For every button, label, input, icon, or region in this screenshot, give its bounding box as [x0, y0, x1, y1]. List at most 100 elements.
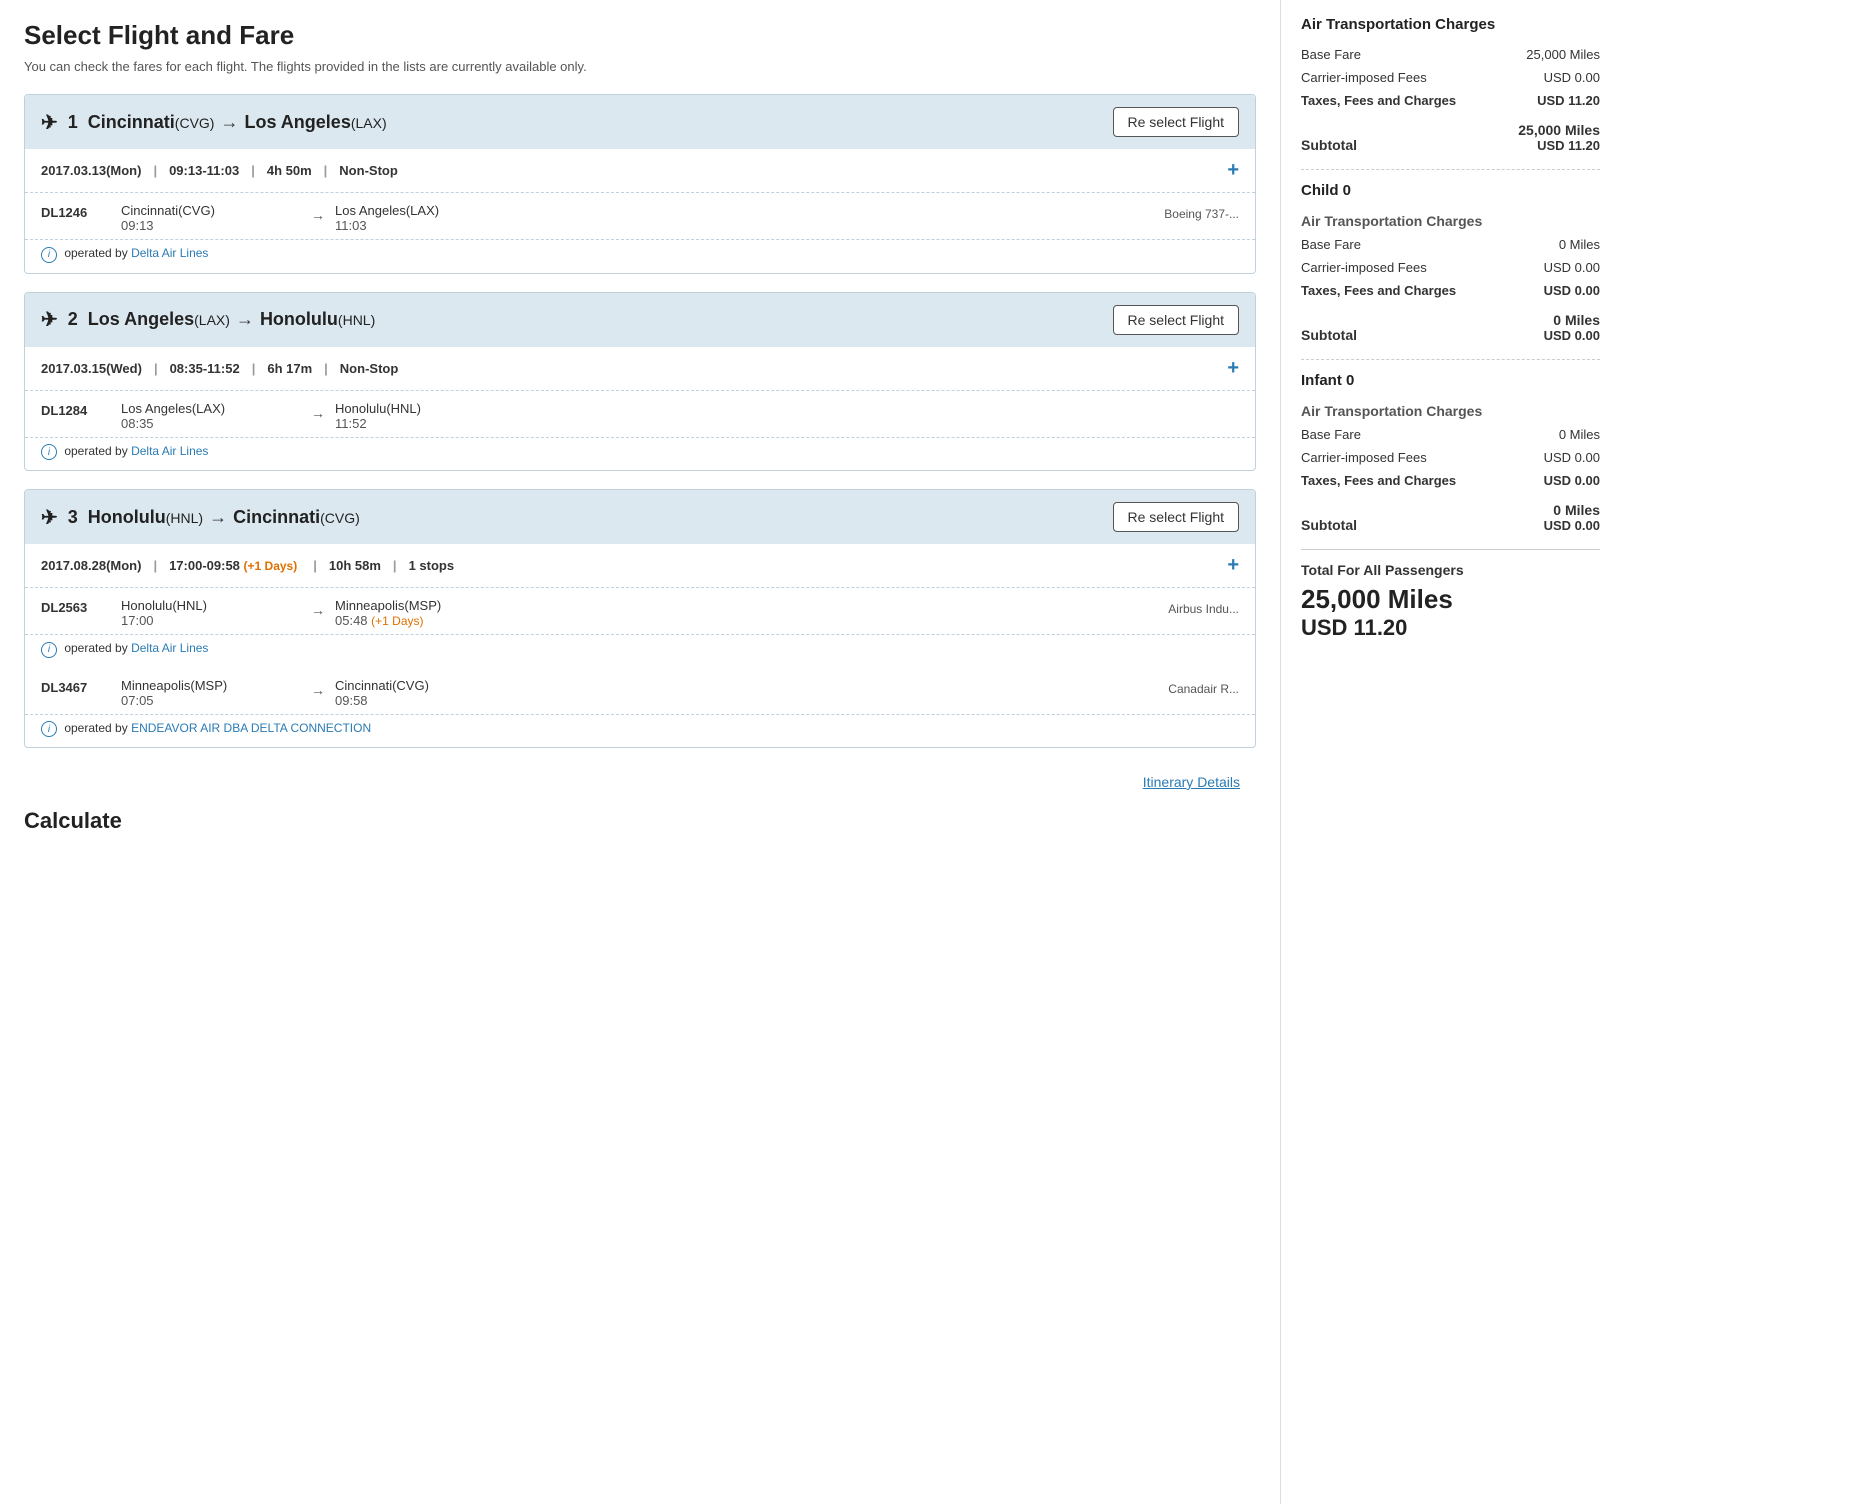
infant-taxes-fees-value: USD 0.00	[1500, 473, 1600, 488]
flight-summary-row-2: 2017.03.15(Wed) | 08:35-11:52 | 6h 17m |…	[25, 347, 1255, 391]
page-subtitle: You can check the fares for each flight.…	[24, 59, 1256, 74]
segment-arrow-icon: →	[311, 207, 325, 223]
total-for-all-label: Total For All Passengers	[1301, 562, 1600, 578]
taxes-fees-label: Taxes, Fees and Charges	[1301, 93, 1500, 108]
operator-link[interactable]: ENDEAVOR AIR DBA DELTA CONNECTION	[131, 721, 371, 735]
base-fare-label: Base Fare	[1301, 47, 1500, 62]
child-carrier-fees-value: USD 0.00	[1500, 260, 1600, 275]
segment-flight-num: DL2563	[41, 600, 121, 615]
flight-card-header-1: ✈1Cincinnati(CVG) → Los Angeles(LAX)Re s…	[25, 95, 1255, 149]
child-subtotal-row: Subtotal 0 Miles USD 0.00	[1301, 306, 1600, 343]
child-air-transportation-title: Air Transportation Charges	[1301, 213, 1600, 229]
child-base-fare-label: Base Fare	[1301, 237, 1500, 252]
flight-date: 2017.03.15(Wed)	[41, 361, 142, 376]
flight-number-3: 3	[68, 507, 78, 528]
arrow-icon: →	[209, 507, 227, 528]
taxes-fees-value: USD 11.20	[1500, 93, 1600, 108]
reselect-flight-1-button[interactable]: Re select Flight	[1113, 107, 1239, 137]
adult-subtotal-row: Subtotal 25,000 Miles USD 11.20	[1301, 116, 1600, 153]
child-taxes-fees-row: Taxes, Fees and Charges USD 0.00	[1301, 283, 1600, 298]
flight-destination: Los Angeles(LAX)	[244, 112, 386, 133]
infant-base-fare-row: Base Fare 0 Miles	[1301, 427, 1600, 442]
flight-segment-3-1: DL2563 Honolulu(HNL) 17:00 → Minneapolis…	[25, 588, 1255, 635]
operator-link[interactable]: Delta Air Lines	[131, 641, 208, 655]
page-title: Select Flight and Fare	[24, 20, 1256, 51]
infant-section-title: Infant 0	[1301, 372, 1600, 393]
child-subtotal-label: Subtotal	[1301, 327, 1357, 343]
infant-carrier-fees-label: Carrier-imposed Fees	[1301, 450, 1500, 465]
infant-taxes-fees-row: Taxes, Fees and Charges USD 0.00	[1301, 473, 1600, 488]
child-base-fare-value: 0 Miles	[1500, 237, 1600, 252]
carrier-fees-row: Carrier-imposed Fees USD 0.00	[1301, 70, 1600, 85]
flight-card-3: ✈3Honolulu(HNL) → Cincinnati(CVG)Re sele…	[24, 489, 1256, 748]
total-section: Total For All Passengers 25,000 Miles US…	[1301, 562, 1600, 641]
operator-link[interactable]: Delta Air Lines	[131, 444, 208, 458]
expand-flight-1-button[interactable]: +	[1227, 159, 1239, 182]
itinerary-details-link[interactable]: Itinerary Details	[1143, 774, 1240, 790]
child-taxes-fees-label: Taxes, Fees and Charges	[1301, 283, 1500, 298]
adult-subtotal-usd: USD 11.20	[1518, 138, 1600, 153]
reselect-flight-2-button[interactable]: Re select Flight	[1113, 305, 1239, 335]
flight-duration: 4h 50m	[267, 163, 312, 178]
segment-arrow-icon: →	[311, 602, 325, 618]
fare-summary-sidebar: Air Transportation Charges Base Fare 25,…	[1280, 0, 1620, 1504]
flight-summary-row-1: 2017.03.13(Mon) | 09:13-11:03 | 4h 50m |…	[25, 149, 1255, 193]
infant-carrier-fees-row: Carrier-imposed Fees USD 0.00	[1301, 450, 1600, 465]
infant-section: Infant 0 Air Transportation Charges Base…	[1301, 372, 1600, 533]
segment-aircraft: Canadair R...	[1168, 682, 1239, 696]
flight-origin: Honolulu(HNL)	[88, 507, 203, 528]
infant-taxes-fees-label: Taxes, Fees and Charges	[1301, 473, 1500, 488]
segment-flight-num: DL1246	[41, 205, 121, 220]
flight-segment-1-1: DL1246 Cincinnati(CVG) 09:13 → Los Angel…	[25, 193, 1255, 240]
operated-by-1-1: i operated by Delta Air Lines	[25, 240, 1255, 273]
child-section-title: Child 0	[1301, 182, 1600, 203]
operator-link[interactable]: Delta Air Lines	[131, 246, 208, 260]
flight-stops: Non-Stop	[340, 361, 398, 376]
segment-destination: Honolulu(HNL) 11:52	[335, 401, 535, 431]
flight-time-range: 08:35-11:52	[170, 361, 240, 376]
flight-destination: Cincinnati(CVG)	[233, 507, 360, 528]
base-fare-row: Base Fare 25,000 Miles	[1301, 47, 1600, 62]
segment-origin: Honolulu(HNL) 17:00	[121, 598, 301, 628]
flight-card-header-2: ✈2Los Angeles(LAX) → Honolulu(HNL)Re sel…	[25, 293, 1255, 347]
carrier-fees-value: USD 0.00	[1500, 70, 1600, 85]
child-subtotal-usd: USD 0.00	[1544, 328, 1600, 343]
flight-card-2: ✈2Los Angeles(LAX) → Honolulu(HNL)Re sel…	[24, 292, 1256, 472]
segment-flight-num: DL1284	[41, 403, 121, 418]
total-usd: USD 11.20	[1301, 615, 1600, 641]
segment-origin: Los Angeles(LAX) 08:35	[121, 401, 301, 431]
expand-flight-3-button[interactable]: +	[1227, 554, 1239, 577]
operated-by-2-1: i operated by Delta Air Lines	[25, 438, 1255, 471]
segment-arrow-icon: →	[311, 405, 325, 421]
child-subtotal-miles: 0 Miles	[1544, 312, 1600, 328]
base-fare-value: 25,000 Miles	[1500, 47, 1600, 62]
expand-flight-2-button[interactable]: +	[1227, 357, 1239, 380]
flight-stops: Non-Stop	[339, 163, 397, 178]
total-miles: 25,000 Miles	[1301, 584, 1600, 615]
flight-card-header-3: ✈3Honolulu(HNL) → Cincinnati(CVG)Re sele…	[25, 490, 1255, 544]
reselect-flight-3-button[interactable]: Re select Flight	[1113, 502, 1239, 532]
infant-air-transportation-title: Air Transportation Charges	[1301, 403, 1600, 419]
child-base-fare-row: Base Fare 0 Miles	[1301, 237, 1600, 252]
child-section: Child 0 Air Transportation Charges Base …	[1301, 182, 1600, 343]
arrow-icon: →	[220, 112, 238, 133]
info-icon: i	[41, 247, 57, 263]
segment-aircraft: Boeing 737-...	[1164, 207, 1239, 221]
segment-flight-num: DL3467	[41, 680, 121, 695]
plane-icon: ✈	[41, 307, 58, 332]
flight-summary-row-3: 2017.08.28(Mon) | 17:00-09:58 (+1 Days) …	[25, 544, 1255, 588]
taxes-fees-row: Taxes, Fees and Charges USD 11.20	[1301, 93, 1600, 108]
plane-icon: ✈	[41, 110, 58, 135]
segment-aircraft: Airbus Indu...	[1168, 602, 1239, 616]
segment-destination: Los Angeles(LAX) 11:03	[335, 203, 535, 233]
infant-base-fare-value: 0 Miles	[1500, 427, 1600, 442]
flight-destination: Honolulu(HNL)	[260, 309, 375, 330]
flight-time-range: 09:13-11:03	[169, 163, 239, 178]
segment-origin: Minneapolis(MSP) 07:05	[121, 678, 301, 708]
flight-number-1: 1	[68, 112, 78, 133]
child-subtotal-value: 0 Miles USD 0.00	[1544, 312, 1600, 343]
flight-segment-2-1: DL1284 Los Angeles(LAX) 08:35 → Honolulu…	[25, 391, 1255, 438]
segment-arrow-icon: →	[311, 682, 325, 698]
flight-time-range: 17:00-09:58 (+1 Days)	[169, 558, 301, 573]
child-carrier-fees-label: Carrier-imposed Fees	[1301, 260, 1500, 275]
